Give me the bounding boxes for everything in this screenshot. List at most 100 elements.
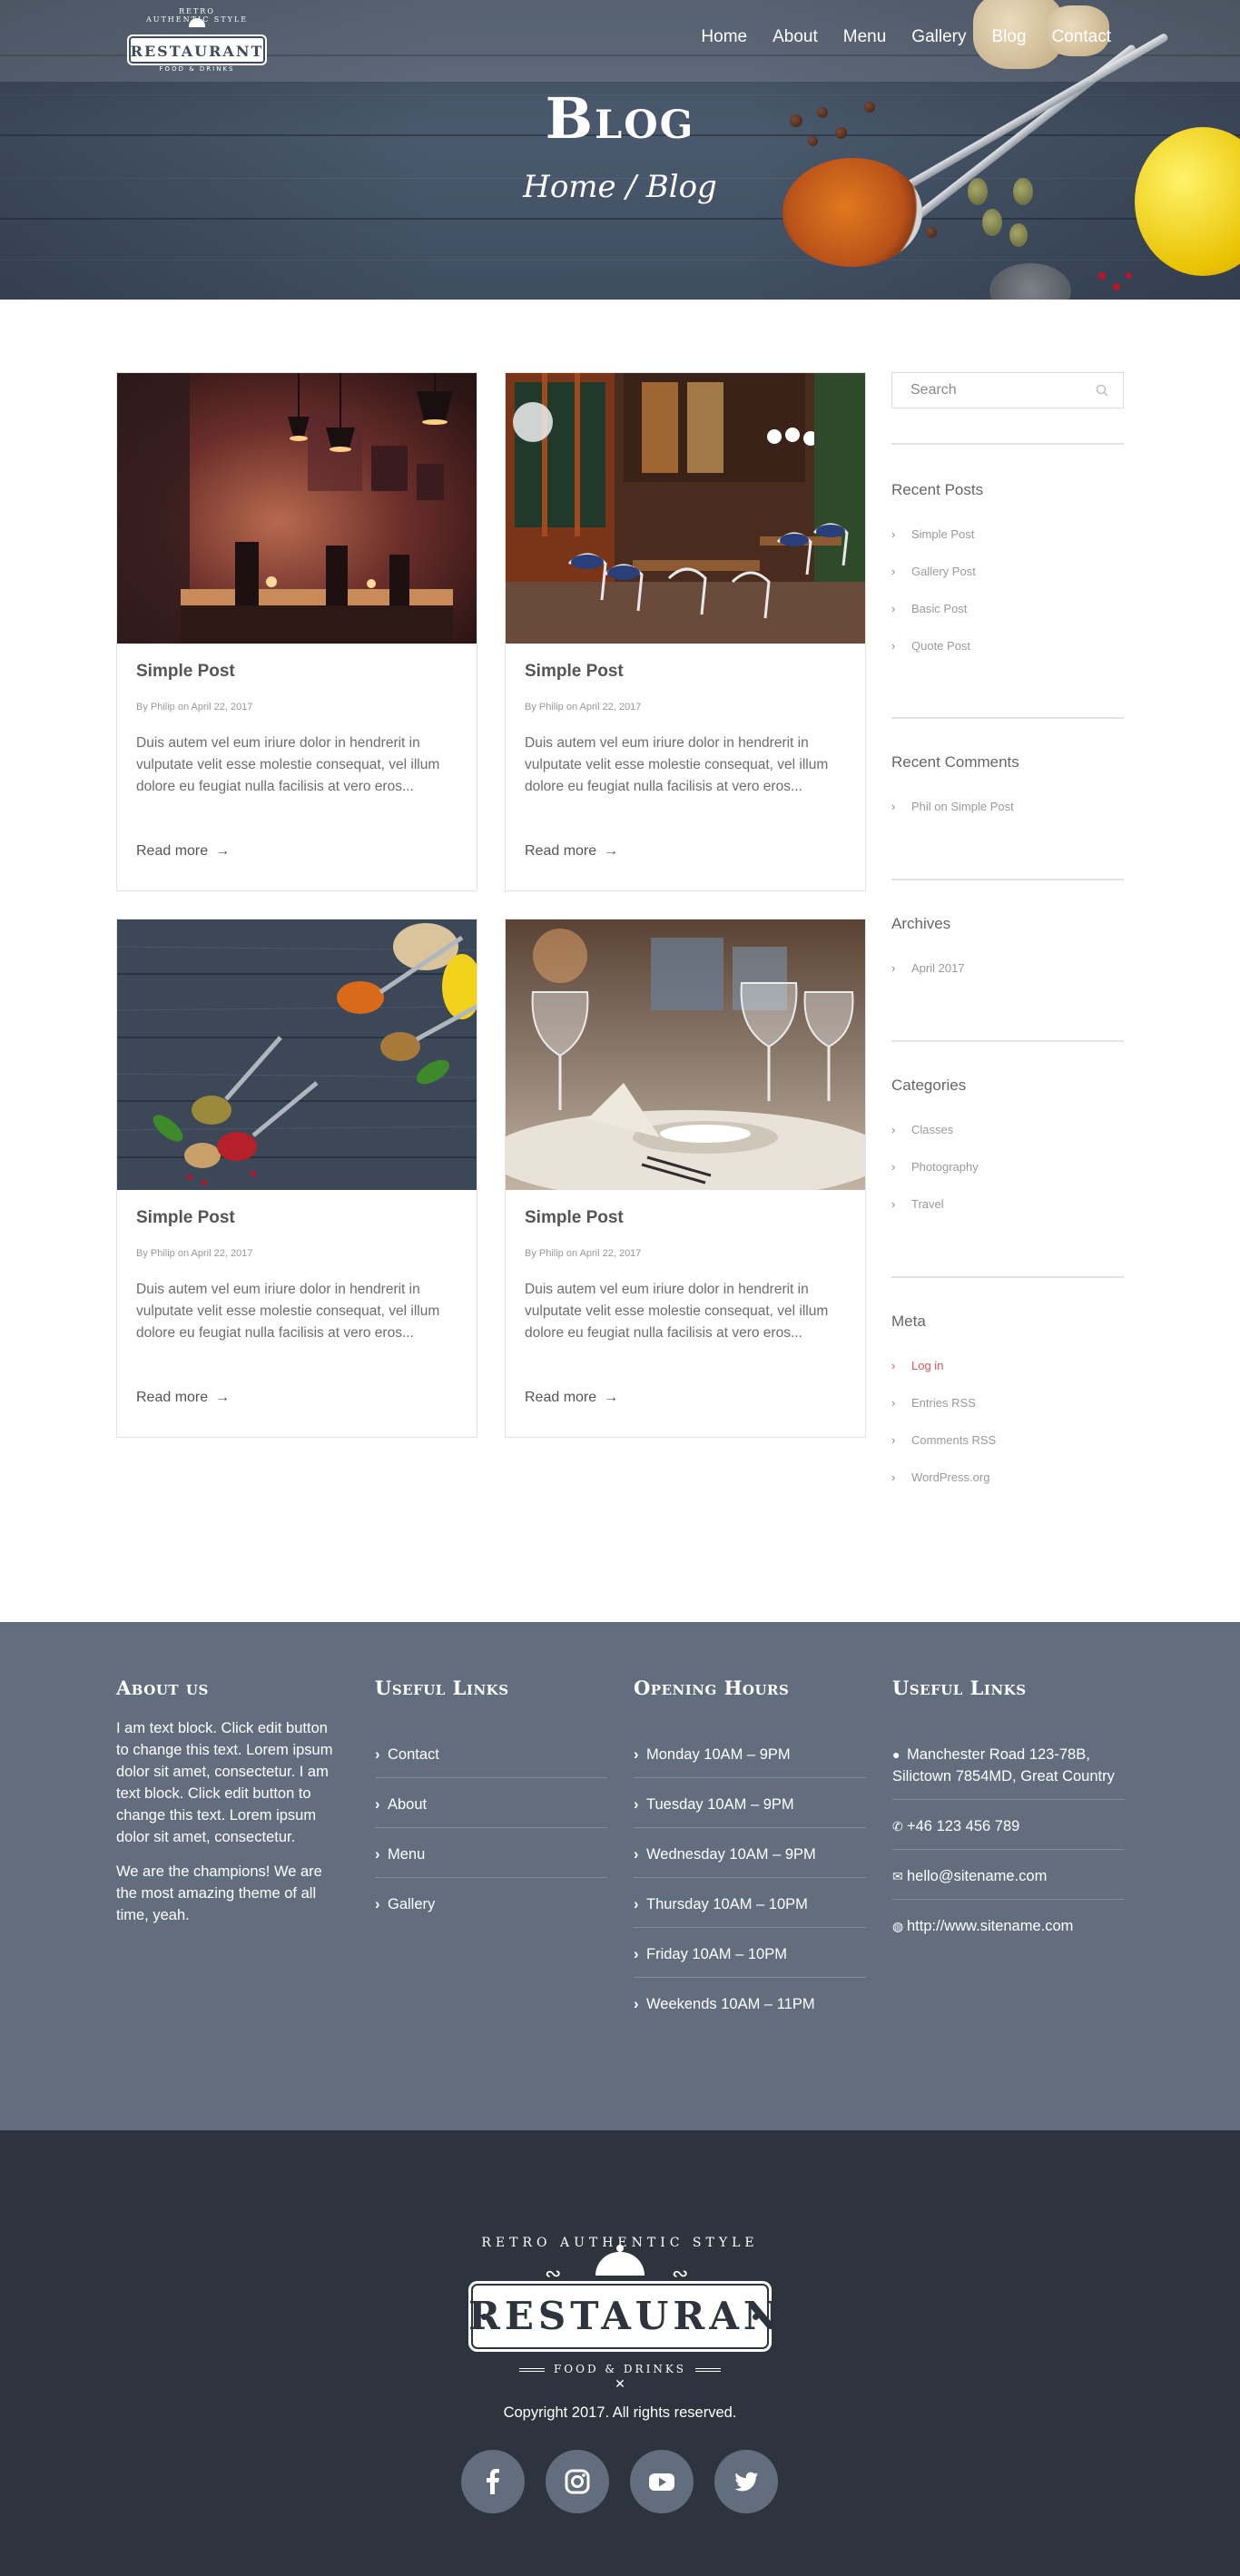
nav-about[interactable]: About bbox=[773, 27, 818, 47]
post-thumbnail-spices[interactable] bbox=[117, 919, 477, 1190]
post-title[interactable]: Simple Post bbox=[525, 1208, 624, 1228]
main-nav: Home About Menu Gallery Blog Contact bbox=[675, 27, 1111, 47]
post-meta: By Philip on April 22, 2017 bbox=[525, 1248, 642, 1259]
read-more-label: Read more bbox=[525, 843, 597, 859]
nav-contact[interactable]: Contact bbox=[1052, 27, 1111, 47]
read-more-link[interactable]: Read more → bbox=[136, 843, 230, 860]
site-logo[interactable]: RESTAURANT bbox=[127, 34, 267, 65]
hours-item: › Weekends 10AM – 11PM bbox=[634, 1993, 866, 2015]
post-meta: By Philip on April 22, 2017 bbox=[525, 702, 642, 713]
chevron-right-icon: › bbox=[634, 1746, 639, 1763]
nav-home[interactable]: Home bbox=[701, 27, 747, 47]
footer-heading: Useful Links bbox=[375, 1676, 509, 1699]
post-thumbnail-restaurant-interior[interactable] bbox=[117, 373, 477, 644]
chevron-right-icon: › bbox=[634, 1946, 639, 1962]
link-label: Menu bbox=[388, 1846, 426, 1863]
recent-comment-link[interactable]: › Phil on Simple Post bbox=[891, 800, 1014, 813]
chevron-right-icon: › bbox=[891, 1396, 896, 1410]
red-peppercorn bbox=[1126, 272, 1132, 279]
logo-subtitle: FOOD & DRINKS bbox=[159, 65, 235, 73]
footer-logo[interactable]: RESTAURANT bbox=[468, 2281, 812, 2352]
chevron-right-icon: › bbox=[891, 565, 896, 578]
footer-link-gallery[interactable]: › Gallery bbox=[375, 1893, 607, 1915]
divider bbox=[375, 1777, 607, 1778]
red-peppercorn bbox=[1098, 272, 1106, 280]
footer-link-menu[interactable]: › Menu bbox=[375, 1844, 607, 1865]
recent-post-link[interactable]: › Simple Post bbox=[891, 527, 974, 541]
youtube-button[interactable] bbox=[630, 2450, 694, 2513]
divider bbox=[892, 1899, 1125, 1900]
link-label: Photography bbox=[911, 1160, 979, 1174]
arrow-right-icon: → bbox=[215, 1390, 231, 1405]
read-more-link[interactable]: Read more → bbox=[525, 1390, 618, 1406]
category-link[interactable]: › Classes bbox=[891, 1123, 953, 1136]
hours-item: › Tuesday 10AM – 9PM bbox=[634, 1794, 866, 1815]
nav-gallery[interactable]: Gallery bbox=[911, 27, 966, 47]
category-link[interactable]: › Photography bbox=[891, 1160, 979, 1174]
peppercorn bbox=[926, 227, 937, 238]
divider bbox=[892, 1849, 1125, 1850]
divider bbox=[634, 1927, 866, 1928]
facebook-icon bbox=[487, 2469, 499, 2494]
read-more-link[interactable]: Read more → bbox=[136, 1390, 230, 1406]
footer-logo-sub-text: FOOD & DRINKS bbox=[553, 2363, 686, 2375]
recent-post-link[interactable]: › Gallery Post bbox=[891, 565, 976, 578]
footer-link-contact[interactable]: › Contact bbox=[375, 1744, 607, 1765]
arrow-right-icon: → bbox=[215, 843, 231, 859]
breadcrumb: Home / Blog bbox=[523, 169, 717, 205]
youtube-icon bbox=[649, 2473, 674, 2491]
fork-knife-icon: ✕ bbox=[615, 2377, 625, 2392]
post-title[interactable]: Simple Post bbox=[525, 662, 624, 682]
read-more-label: Read more bbox=[525, 1390, 597, 1405]
chevron-right-icon: › bbox=[891, 1123, 896, 1136]
post-thumbnail-cafe-terrace[interactable] bbox=[506, 373, 865, 644]
divider bbox=[634, 1877, 866, 1878]
footer-about-text: I am text block. Click edit button to ch… bbox=[116, 1720, 333, 1845]
arrow-right-icon: → bbox=[604, 843, 619, 859]
post-thumbnail-wine-glasses[interactable] bbox=[506, 919, 865, 1190]
nav-menu[interactable]: Menu bbox=[843, 27, 887, 47]
contact-email[interactable]: ✉ hello@sitename.com bbox=[892, 1865, 1125, 1887]
widget-title-recent-comments: Recent Comments bbox=[891, 753, 1019, 771]
twitter-icon bbox=[734, 2472, 758, 2492]
cloche-knob bbox=[616, 2245, 624, 2252]
divider bbox=[634, 1977, 866, 1978]
chevron-right-icon: › bbox=[891, 527, 896, 541]
link-label: Phil on Simple Post bbox=[911, 800, 1014, 813]
hours-label: Monday 10AM – 9PM bbox=[646, 1746, 791, 1763]
meta-link-comments-rss[interactable]: › Comments RSS bbox=[891, 1433, 996, 1447]
link-label: Log in bbox=[911, 1359, 944, 1372]
archive-link[interactable]: › April 2017 bbox=[891, 961, 965, 975]
chevron-right-icon: › bbox=[891, 639, 896, 653]
divider bbox=[891, 717, 1124, 719]
post-meta: By Philip on April 22, 2017 bbox=[136, 1248, 253, 1259]
meta-link-entries-rss[interactable]: › Entries RSS bbox=[891, 1396, 976, 1410]
search-input[interactable] bbox=[892, 373, 1092, 408]
category-link[interactable]: › Travel bbox=[891, 1197, 944, 1211]
phone-icon: ✆ bbox=[892, 1819, 903, 1834]
read-more-link[interactable]: Read more → bbox=[525, 843, 618, 860]
link-label: Classes bbox=[911, 1123, 954, 1136]
meta-link-wordpress[interactable]: › WordPress.org bbox=[891, 1470, 989, 1484]
meta-link-login[interactable]: › Log in bbox=[891, 1359, 943, 1372]
facebook-button[interactable] bbox=[461, 2450, 525, 2513]
recent-post-link[interactable]: › Basic Post bbox=[891, 602, 967, 615]
recent-post-link[interactable]: › Quote Post bbox=[891, 639, 970, 653]
hours-item: › Friday 10AM – 10PM bbox=[634, 1943, 866, 1965]
ornament-bar bbox=[518, 2367, 545, 2372]
link-label: Travel bbox=[911, 1197, 944, 1211]
footer-about: About us I am text block. Click edit but… bbox=[116, 1676, 340, 1926]
logo-dot bbox=[753, 2314, 759, 2320]
post-title[interactable]: Simple Post bbox=[136, 1208, 235, 1228]
hours-item: › Wednesday 10AM – 9PM bbox=[634, 1844, 866, 1865]
post-title[interactable]: Simple Post bbox=[136, 662, 235, 682]
divider bbox=[891, 1276, 1124, 1278]
chevron-right-icon: › bbox=[634, 1796, 639, 1813]
instagram-button[interactable] bbox=[546, 2450, 609, 2513]
divider bbox=[634, 1777, 866, 1778]
contact-website[interactable]: ◍ http://www.sitename.com bbox=[892, 1915, 1125, 1937]
twitter-button[interactable] bbox=[714, 2450, 778, 2513]
nav-blog[interactable]: Blog bbox=[991, 27, 1026, 47]
footer-link-about[interactable]: › About bbox=[375, 1794, 607, 1815]
search-icon[interactable] bbox=[1096, 384, 1108, 397]
